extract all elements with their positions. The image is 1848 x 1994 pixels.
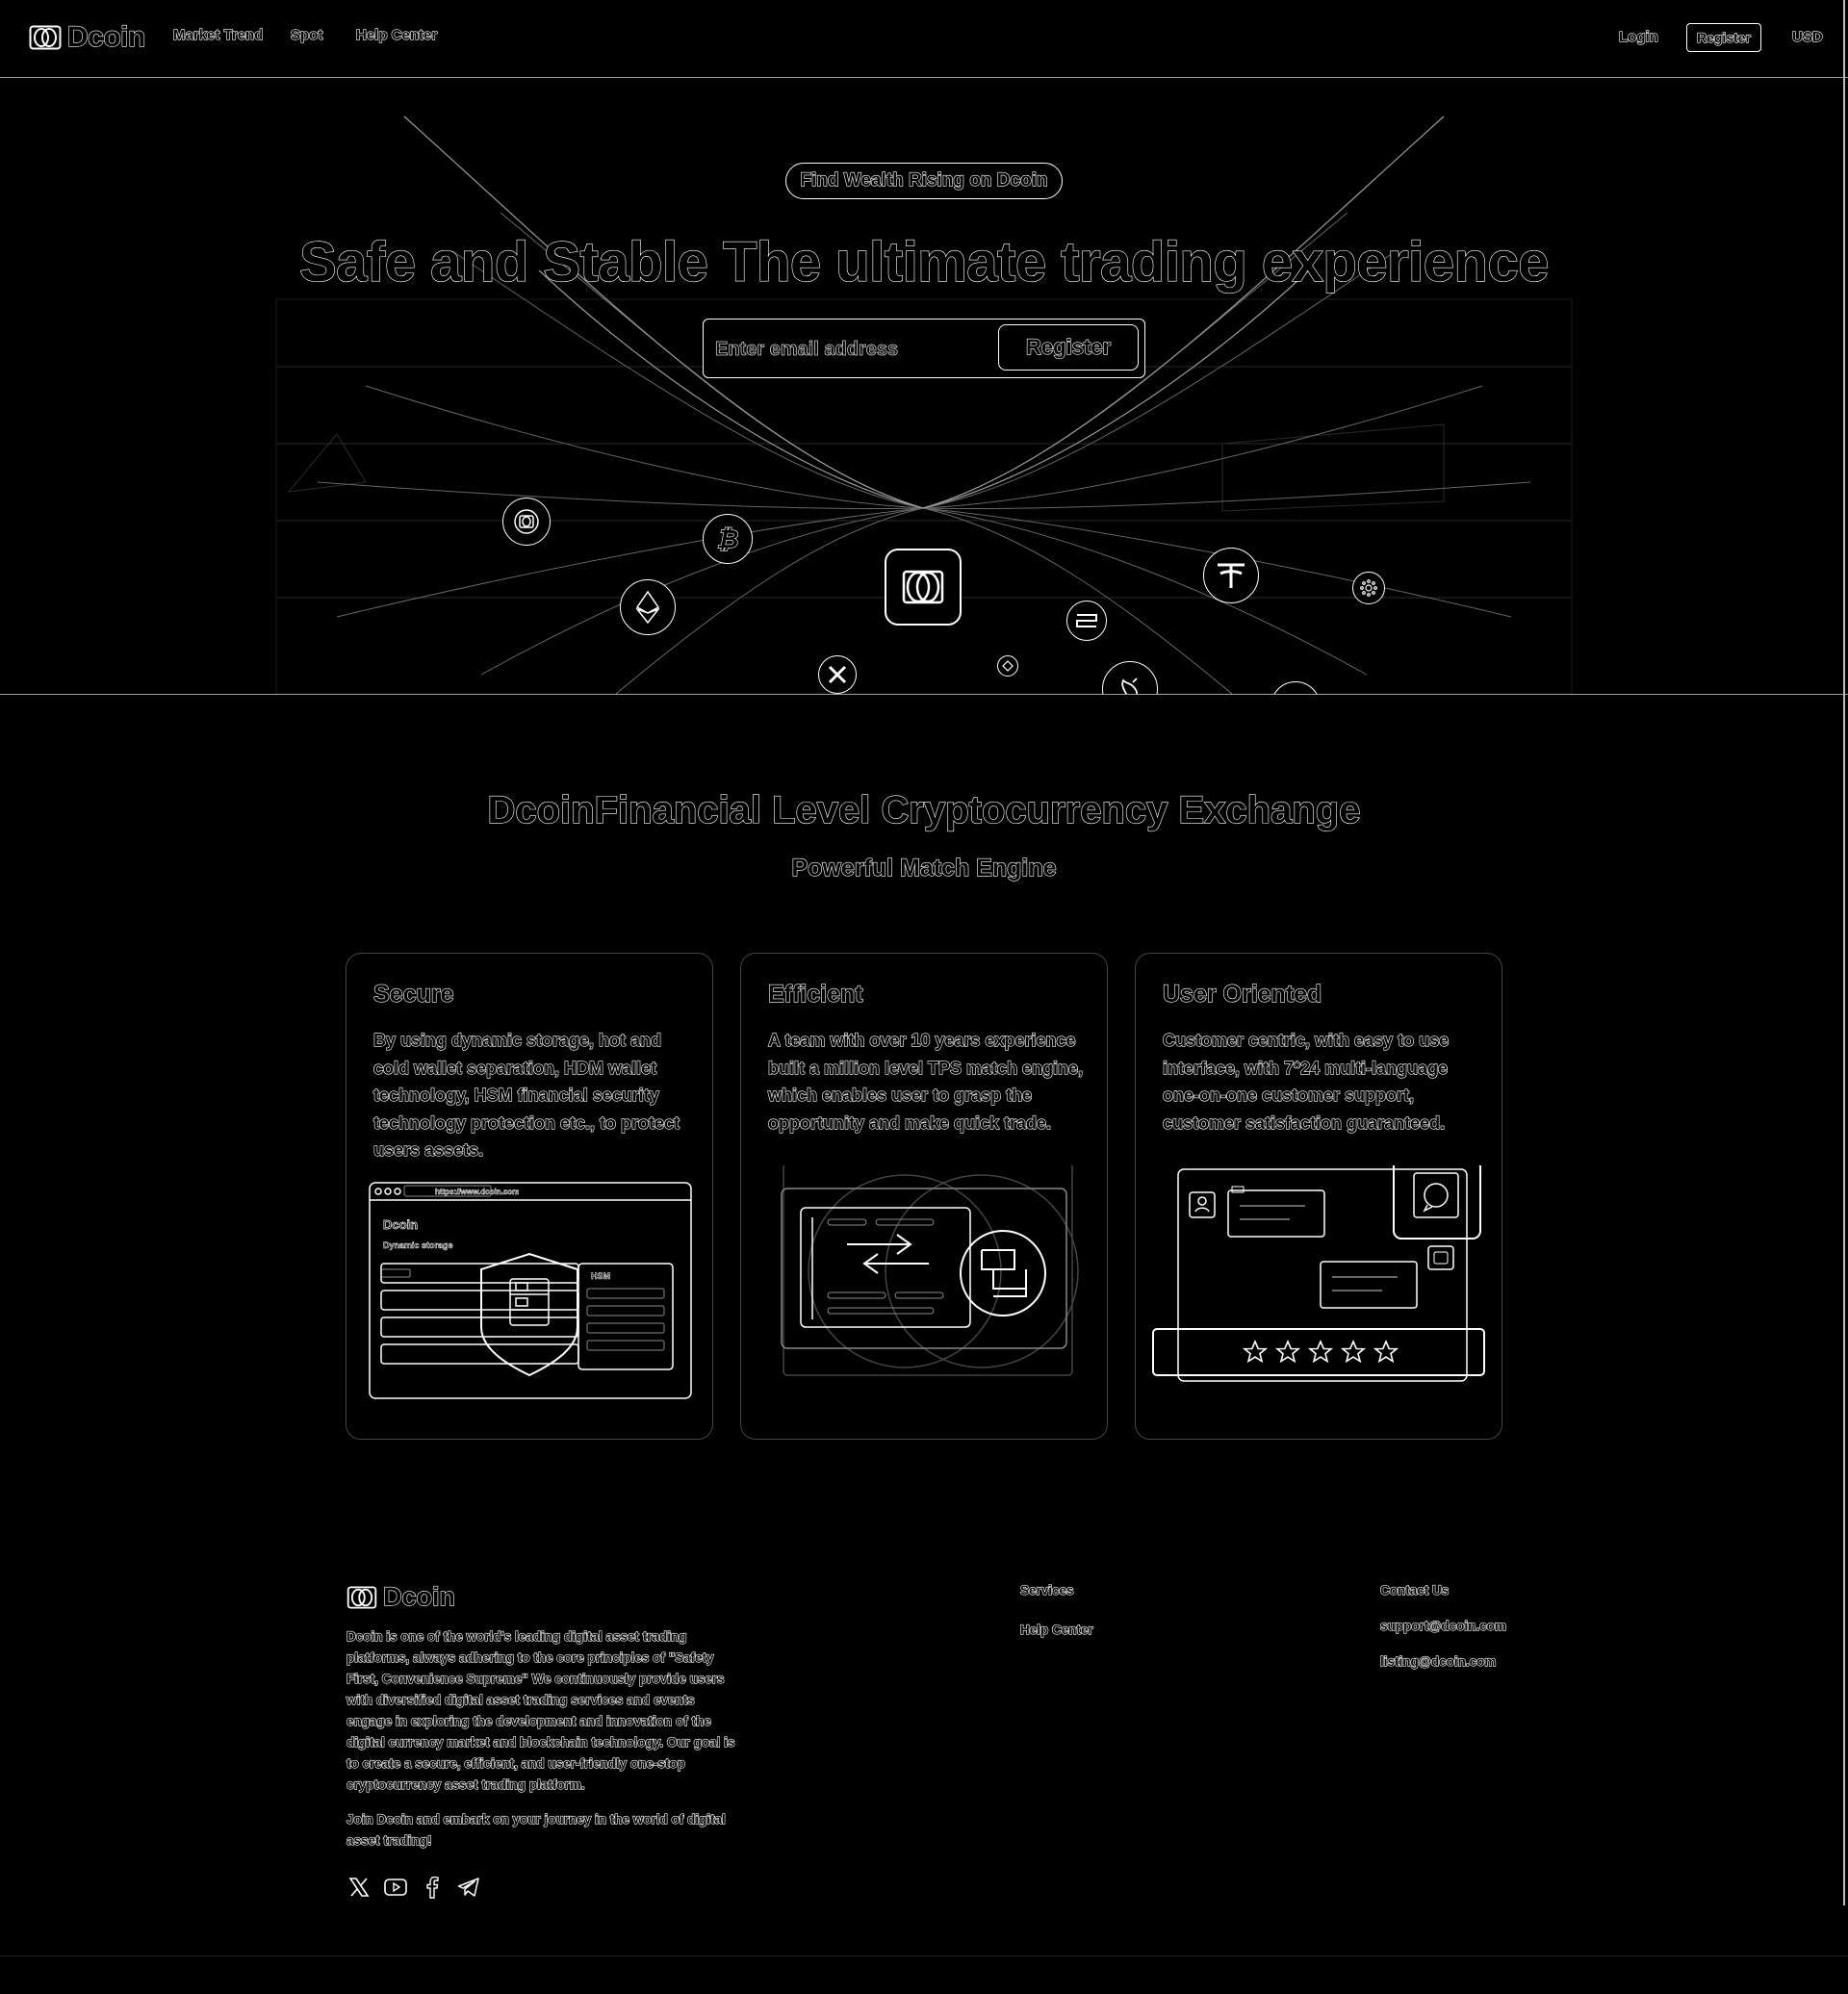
card-user-oriented: User Oriented Customer centric, with eas… (1135, 953, 1502, 1440)
section-title: DcoinFinancial Level Cryptocurrency Exch… (487, 788, 1361, 831)
card-efficient: Efficient A team with over 10 years expe… (740, 953, 1108, 1440)
user-oriented-illustration (1152, 1165, 1485, 1382)
secure-illustration: https://www.dcoin.com Dcoin Dynamic stor… (369, 1182, 692, 1399)
footer-services-heading: Services (1019, 1582, 1074, 1598)
star-icon (1274, 1339, 1301, 1364)
footer-description: Dcoin is one of the world's leading digi… (346, 1628, 735, 1792)
stacks-coin-icon (1066, 601, 1107, 641)
login-link[interactable]: Login (1618, 28, 1658, 45)
dcoin-logo-icon (29, 25, 62, 50)
ill-storage-text: Dynamic storage (383, 1240, 453, 1250)
card-secure: Secure By using dynamic storage, hot and… (346, 953, 713, 1440)
hero-badge-text: Find Wealth Rising on Dcoin (800, 169, 1048, 191)
social-links (346, 1875, 481, 1900)
star-icon (1242, 1339, 1269, 1364)
dcoin-coin-icon (502, 498, 551, 546)
nav-spot[interactable]: Spot (290, 26, 323, 43)
footer-join-text: Join Dcoin and embark on your journey in… (346, 1811, 726, 1848)
ill-brand-text: Dcoin (383, 1217, 418, 1232)
section-subtitle: Powerful Match Engine (791, 854, 1057, 882)
efficient-illustration (781, 1165, 1079, 1376)
star-icon (1307, 1339, 1334, 1364)
x-icon[interactable] (346, 1875, 372, 1900)
card-secure-title: Secure (372, 980, 454, 1008)
page-scrollbar[interactable] (1843, 0, 1845, 1905)
youtube-icon[interactable] (383, 1875, 408, 1900)
header-brand-name: Dcoin (66, 20, 146, 53)
header-register-button[interactable]: Register (1686, 23, 1761, 52)
dcoin-logo-icon (346, 1585, 377, 1609)
nav-help-center[interactable]: Help Center (355, 26, 437, 43)
bitcoin-coin-icon: ₿ (703, 514, 753, 564)
site-header: Dcoin Market Trend Spot Help Center Logi… (0, 0, 1848, 78)
card-efficient-text: A team with over 10 years experience bui… (767, 1030, 1084, 1133)
footer-listing-email[interactable]: listing@dcoin.com (1379, 1653, 1497, 1669)
currency-selector[interactable]: USD (1791, 28, 1823, 45)
hero-title: Safe and Stable The ultimate trading exp… (298, 230, 1550, 294)
hero-section: Find Wealth Rising on Dcoin Safe and Sta… (0, 78, 1848, 695)
star-icon (1373, 1339, 1399, 1364)
hero-badge: Find Wealth Rising on Dcoin (785, 163, 1063, 199)
facebook-icon[interactable] (420, 1875, 445, 1900)
card-secure-text: By using dynamic storage, hot and cold w… (372, 1030, 680, 1160)
footer-brand-name: Dcoin (382, 1581, 456, 1611)
footer-logo[interactable]: Dcoin (346, 1581, 456, 1612)
header-register-label: Register (1696, 29, 1752, 45)
footer-support-email[interactable]: support@dcoin.com (1379, 1618, 1506, 1633)
rating-stars (1242, 1339, 1399, 1364)
card-user-text: Customer centric, with easy to use inter… (1162, 1030, 1450, 1133)
card-efficient-title: Efficient (767, 980, 863, 1008)
telegram-icon[interactable] (456, 1875, 481, 1900)
hero-signup-form: Register (703, 319, 1145, 378)
nav-market-trend[interactable]: Market Trend (172, 26, 264, 43)
ill-url-text: https://www.dcoin.com (435, 1188, 519, 1196)
ethereum-coin-icon (620, 579, 676, 635)
cardano-coin-icon (1352, 572, 1385, 604)
dcoin-center-icon (885, 549, 962, 626)
footer-help-center-link[interactable]: Help Center (1019, 1622, 1093, 1637)
header-logo[interactable]: Dcoin (29, 20, 146, 54)
star-icon (1340, 1339, 1367, 1364)
card-user-title: User Oriented (1162, 980, 1322, 1008)
footer-contact-heading: Contact Us (1379, 1582, 1450, 1598)
ill-hsm-text: HSM (591, 1271, 610, 1281)
hero-register-button[interactable]: Register (998, 324, 1139, 371)
small-coin-icon (997, 655, 1018, 677)
tether-coin-icon (1203, 548, 1259, 603)
email-input[interactable] (713, 327, 996, 371)
hero-register-label: Register (1025, 334, 1112, 359)
xrp-coin-icon (818, 655, 857, 694)
